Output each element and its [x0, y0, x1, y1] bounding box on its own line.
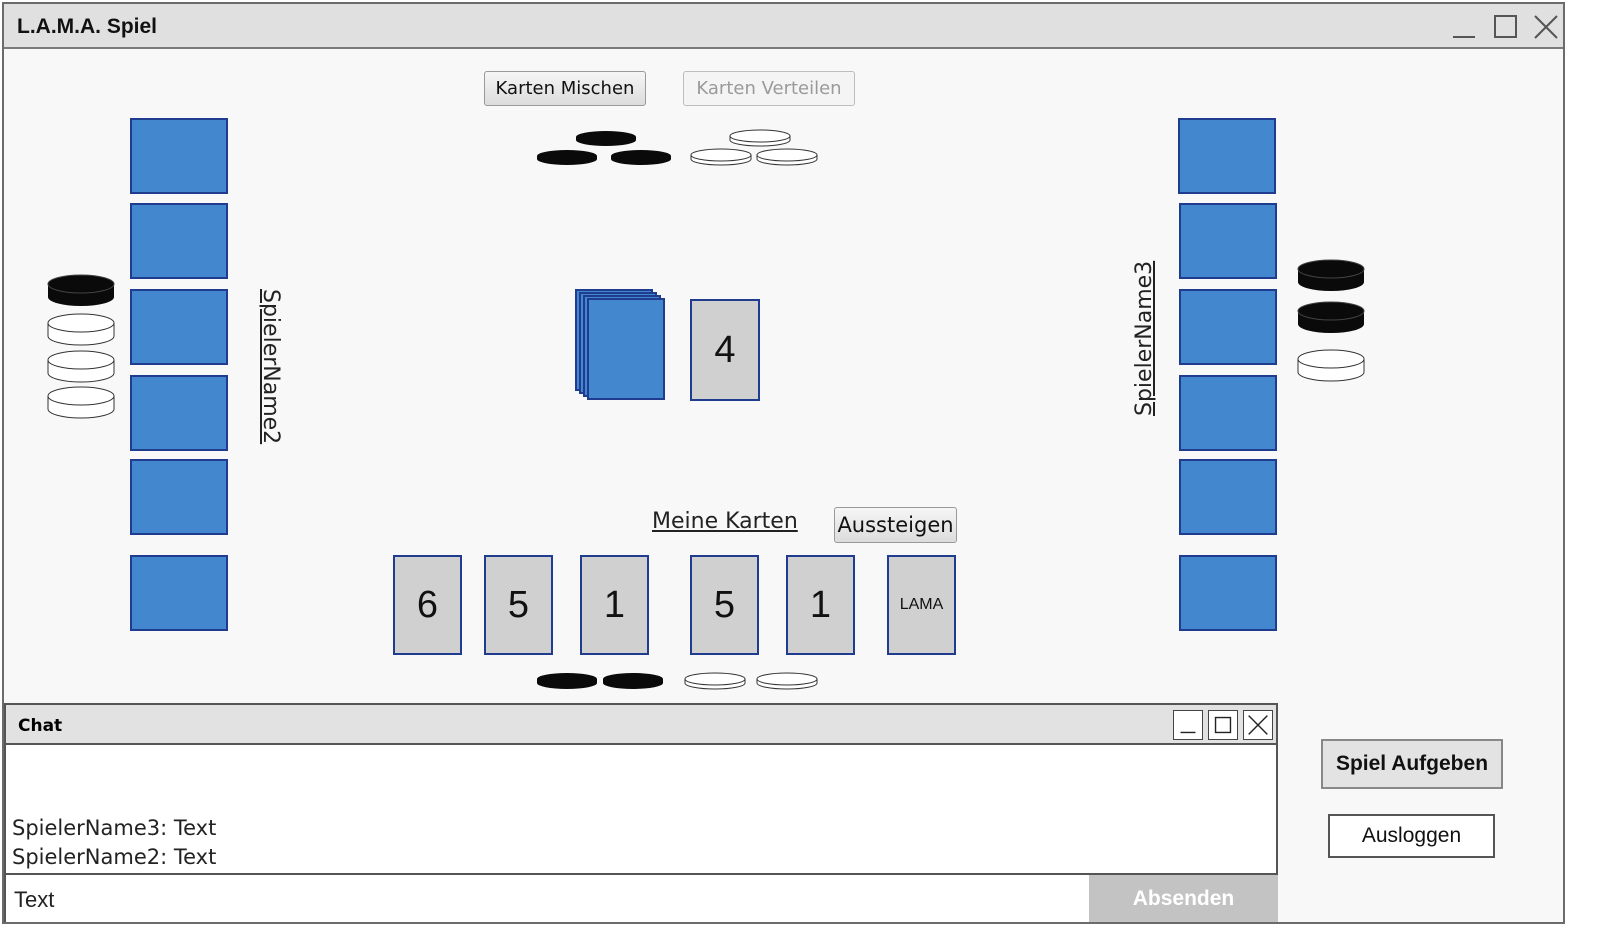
- opponent-right-card: [1179, 289, 1277, 365]
- my-cards-label: Meine Karten: [652, 509, 798, 534]
- card-value: 5: [507, 583, 530, 626]
- title-bar: L.A.M.A. Spiel: [4, 4, 1563, 49]
- opponent-left-card: [130, 203, 228, 279]
- discard-pile-card: 4: [690, 299, 760, 401]
- my-hand-card[interactable]: 6: [393, 555, 462, 655]
- chips-right-player: [1297, 259, 1365, 382]
- card-value: LAMA: [899, 596, 944, 613]
- leave-round-button[interactable]: Aussteigen: [834, 507, 957, 543]
- opponent-left-card: [130, 289, 228, 365]
- player-left-name: SpielerName2: [258, 289, 283, 445]
- my-hand-card[interactable]: LAMA: [887, 555, 956, 655]
- opponent-right-card: [1179, 203, 1277, 279]
- discard-card-value: 4: [714, 328, 736, 371]
- card-value: 5: [713, 583, 736, 626]
- chat-panel: Chat SpielerName3: Text SpielerName2: Te…: [4, 703, 1278, 922]
- give-up-button[interactable]: Spiel Aufgeben: [1321, 739, 1503, 789]
- card-value: 1: [603, 583, 626, 626]
- maximize-icon[interactable]: [1488, 10, 1522, 44]
- opponent-left-card: [130, 375, 228, 451]
- game-window: L.A.M.A. Spiel Karten Mischen Karten Ver…: [2, 2, 1565, 924]
- send-button[interactable]: Absenden: [1089, 873, 1278, 922]
- deal-cards-button[interactable]: Karten Verteilen: [683, 71, 855, 106]
- opponent-right-card: [1178, 118, 1276, 194]
- chat-input-value: Text: [14, 887, 55, 912]
- close-icon[interactable]: [1529, 10, 1563, 44]
- chips-black-mine: [537, 673, 663, 689]
- opponent-right-card: [1179, 375, 1277, 451]
- opponent-right-card: [1179, 555, 1277, 631]
- opponent-left-card: [130, 118, 228, 194]
- minimize-icon[interactable]: [1447, 10, 1481, 44]
- my-hand-card[interactable]: 1: [786, 555, 855, 655]
- chips-black-top: [537, 131, 671, 165]
- chat-title: Chat: [18, 716, 63, 736]
- logout-button[interactable]: Ausloggen: [1328, 814, 1495, 858]
- opponent-right-card: [1179, 459, 1277, 535]
- my-hand-card[interactable]: 5: [690, 555, 759, 655]
- window-title: L.A.M.A. Spiel: [17, 15, 158, 38]
- card-value: 1: [809, 583, 832, 626]
- chat-close-icon[interactable]: [1243, 710, 1273, 740]
- player-right-name: SpielerName3: [1132, 260, 1157, 416]
- chat-minimize-icon[interactable]: [1173, 710, 1203, 740]
- chips-white-mine: [684, 672, 818, 690]
- my-hand-card[interactable]: 5: [484, 555, 553, 655]
- chat-header: Chat: [6, 705, 1276, 745]
- chips-left-player: [47, 274, 115, 419]
- draw-pile[interactable]: [574, 288, 672, 404]
- chat-input-field[interactable]: Text: [6, 873, 1089, 922]
- opponent-left-card: [130, 555, 228, 631]
- chat-maximize-icon[interactable]: [1208, 710, 1238, 740]
- my-hand-card[interactable]: 1: [580, 555, 649, 655]
- chat-message: SpielerName3: Text: [12, 816, 217, 840]
- opponent-left-card: [130, 459, 228, 535]
- chat-message: SpielerName2: Text: [12, 845, 217, 869]
- chips-white-top: [690, 129, 818, 166]
- card-value: 6: [416, 583, 439, 626]
- shuffle-cards-button[interactable]: Karten Mischen: [484, 71, 646, 106]
